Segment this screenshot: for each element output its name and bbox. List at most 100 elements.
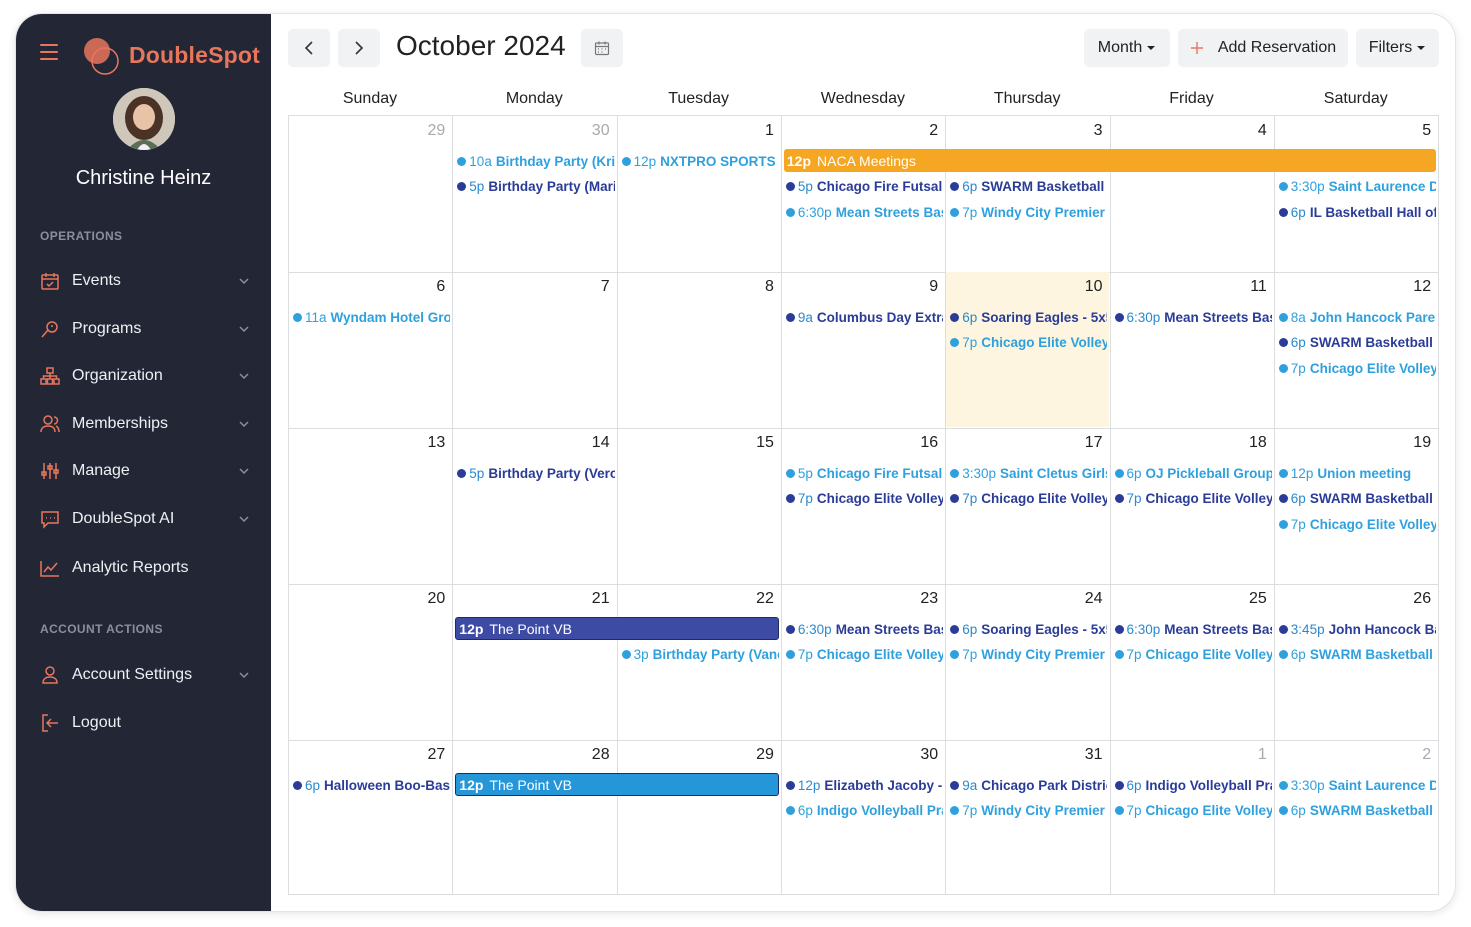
calendar-event[interactable]: 7p Chicago Elite Volleyb bbox=[785, 645, 943, 665]
calendar-event[interactable]: 7p Chicago Elite Volleyb bbox=[1114, 489, 1272, 509]
add-reservation-button[interactable]: Add Reservation bbox=[1178, 29, 1348, 67]
day-number[interactable]: 17 bbox=[1063, 434, 1103, 452]
calendar-event[interactable]: 6p SWARM Basketball F bbox=[1278, 333, 1436, 353]
calendar-event[interactable]: 7p Windy City Premier V bbox=[950, 202, 1107, 222]
calendar-event[interactable]: 6p OJ Pickleball Group bbox=[1114, 463, 1272, 483]
day-number[interactable]: 30 bbox=[570, 122, 610, 140]
calendar-event[interactable]: 6:30p Mean Streets Bas bbox=[785, 202, 943, 222]
day-number[interactable]: 27 bbox=[405, 746, 446, 764]
calendar-event[interactable]: 6p SWARM Basketball F bbox=[1278, 801, 1436, 821]
date-picker-button[interactable] bbox=[581, 29, 623, 67]
sidebar-item-logout[interactable]: Logout bbox=[40, 708, 250, 738]
calendar-event[interactable]: 6:30p Mean Streets Bas bbox=[1114, 307, 1272, 327]
day-number[interactable]: 22 bbox=[734, 590, 774, 608]
calendar-event[interactable]: 6p Indigo Volleyball Pra bbox=[785, 801, 943, 821]
calendar-event[interactable]: 7p Windy City Premier V bbox=[950, 801, 1107, 821]
calendar-event[interactable]: 6:30p Mean Streets Bas bbox=[785, 619, 943, 639]
calendar-event[interactable]: 8a John Hancock Parent bbox=[1278, 307, 1436, 327]
avatar[interactable] bbox=[113, 88, 175, 150]
day-number[interactable]: 9 bbox=[898, 278, 938, 296]
calendar-event[interactable]: 6:30p Mean Streets Bas bbox=[1114, 619, 1272, 639]
day-number[interactable]: 31 bbox=[1063, 746, 1103, 764]
calendar-event[interactable]: 3:45pJohn Hancock Bas bbox=[1278, 619, 1436, 639]
multi-day-event[interactable]: 12p NACA Meetings bbox=[783, 149, 1437, 172]
day-number[interactable]: 3 bbox=[1063, 122, 1103, 140]
calendar-event[interactable]: 3:30p Saint Cletus Girls bbox=[950, 463, 1107, 483]
calendar-event[interactable]: 5p Chicago Fire Futsal bbox=[785, 177, 943, 197]
view-select-button[interactable]: Month bbox=[1084, 29, 1170, 67]
calendar-event[interactable]: 7p Chicago Elite Volleyb bbox=[1114, 645, 1272, 665]
calendar-event[interactable]: 7p Chicago Elite Volleyb bbox=[950, 489, 1107, 509]
day-number[interactable]: 1 bbox=[734, 122, 774, 140]
day-number[interactable]: 16 bbox=[898, 434, 938, 452]
sidebar-item-programs[interactable]: Programs bbox=[40, 314, 250, 344]
calendar-event[interactable]: 6p IL Basketball Hall of F bbox=[1278, 202, 1436, 222]
calendar-event[interactable]: 3p Birthday Party (Vane bbox=[621, 645, 779, 665]
calendar-event[interactable]: 5p Chicago Fire Futsal bbox=[785, 463, 943, 483]
calendar-event[interactable]: 12p Union meeting bbox=[1278, 463, 1436, 483]
day-number[interactable]: 25 bbox=[1227, 590, 1267, 608]
day-number[interactable]: 6 bbox=[405, 278, 445, 296]
calendar-event[interactable]: 5p Birthday Party (Maria bbox=[457, 177, 615, 197]
day-number[interactable]: 2 bbox=[898, 122, 938, 140]
sidebar-item-account-settings[interactable]: Account Settings bbox=[40, 660, 250, 690]
multi-day-event[interactable]: 12p The Point VB bbox=[455, 617, 779, 640]
day-number[interactable]: 29 bbox=[405, 122, 446, 140]
calendar-event[interactable]: 6p Soaring Eagles - 5x5 bbox=[950, 307, 1107, 327]
day-number[interactable]: 1 bbox=[1227, 746, 1267, 764]
calendar-event[interactable]: 6p SWARM Basketball F bbox=[950, 177, 1107, 197]
sidebar-item-analytic-reports[interactable]: Analytic Reports bbox=[40, 553, 250, 583]
day-number[interactable]: 14 bbox=[570, 434, 610, 452]
calendar-event[interactable]: 6p Soaring Eagles - 5x5 bbox=[950, 619, 1107, 639]
day-number[interactable]: 4 bbox=[1227, 122, 1267, 140]
day-number[interactable]: 8 bbox=[734, 278, 774, 296]
day-number[interactable]: 13 bbox=[405, 434, 446, 452]
day-number[interactable]: 10 bbox=[1063, 278, 1103, 296]
day-number[interactable]: 28 bbox=[570, 746, 610, 764]
day-number[interactable]: 21 bbox=[570, 590, 610, 608]
calendar-event[interactable]: 12p Elizabeth Jacoby - V bbox=[785, 775, 943, 795]
filters-button[interactable]: Filters bbox=[1356, 29, 1439, 67]
calendar-event[interactable]: 6p SWARM Basketball F bbox=[1278, 645, 1436, 665]
day-number[interactable]: 23 bbox=[898, 590, 938, 608]
calendar-event[interactable]: 6p Halloween Boo-Bash bbox=[293, 775, 450, 795]
sidebar-item-events[interactable]: Events bbox=[40, 266, 250, 296]
day-number[interactable]: 2 bbox=[1391, 746, 1431, 764]
calendar-event[interactable]: 7p Chicago Elite Volleyb bbox=[950, 333, 1107, 353]
day-number[interactable]: 30 bbox=[898, 746, 938, 764]
multi-day-event[interactable]: 12p The Point VB bbox=[455, 773, 779, 796]
sidebar-item-memberships[interactable]: Memberships bbox=[40, 409, 250, 439]
calendar-event[interactable]: 7p Chicago Elite Volleyb bbox=[1114, 801, 1272, 821]
day-number[interactable]: 29 bbox=[734, 746, 774, 764]
calendar-event[interactable]: 6p Indigo Volleyball Pra bbox=[1114, 775, 1272, 795]
calendar-event[interactable]: 7p Chicago Elite Volleyb bbox=[1278, 514, 1436, 534]
calendar-event[interactable]: 11a Wyndam Hotel Grou bbox=[293, 307, 450, 327]
day-number[interactable]: 12 bbox=[1391, 278, 1431, 296]
calendar-event[interactable]: 5p Birthday Party (Veron bbox=[457, 463, 615, 483]
sidebar-item-organization[interactable]: Organization bbox=[40, 361, 250, 391]
day-number[interactable]: 19 bbox=[1391, 434, 1431, 452]
calendar-event[interactable]: 9a Chicago Park District bbox=[950, 775, 1107, 795]
day-number[interactable]: 18 bbox=[1227, 434, 1267, 452]
prev-month-button[interactable] bbox=[288, 29, 330, 67]
day-number[interactable]: 24 bbox=[1063, 590, 1103, 608]
day-number[interactable]: 11 bbox=[1227, 278, 1267, 296]
day-number[interactable]: 7 bbox=[570, 278, 610, 296]
calendar-event[interactable]: 9a Columbus Day Extrav bbox=[785, 307, 943, 327]
calendar-event[interactable]: 12p NXTPRO SPORTS - bbox=[621, 151, 779, 171]
sidebar-item-doublespot-ai[interactable]: DoubleSpot AI bbox=[40, 504, 250, 534]
calendar-event[interactable]: 3:30p Saint Laurence Da bbox=[1278, 177, 1436, 197]
menu-icon[interactable] bbox=[40, 44, 58, 60]
calendar-event[interactable]: 7p Chicago Elite Volleyb bbox=[1278, 358, 1436, 378]
day-number[interactable]: 15 bbox=[734, 434, 774, 452]
calendar-event[interactable]: 7p Chicago Elite Volleyb bbox=[785, 489, 943, 509]
calendar-event[interactable]: 6p SWARM Basketball F bbox=[1278, 489, 1436, 509]
day-number[interactable]: 26 bbox=[1391, 590, 1431, 608]
calendar-event[interactable]: 3:30p Saint Laurence Da bbox=[1278, 775, 1436, 795]
sidebar-item-manage[interactable]: Manage bbox=[40, 456, 250, 486]
calendar-event[interactable]: 10a Birthday Party (Kris bbox=[457, 151, 615, 171]
day-number[interactable]: 20 bbox=[405, 590, 446, 608]
day-number[interactable]: 5 bbox=[1391, 122, 1431, 140]
next-month-button[interactable] bbox=[338, 29, 380, 67]
calendar-event[interactable]: 7p Windy City Premier V bbox=[950, 645, 1107, 665]
